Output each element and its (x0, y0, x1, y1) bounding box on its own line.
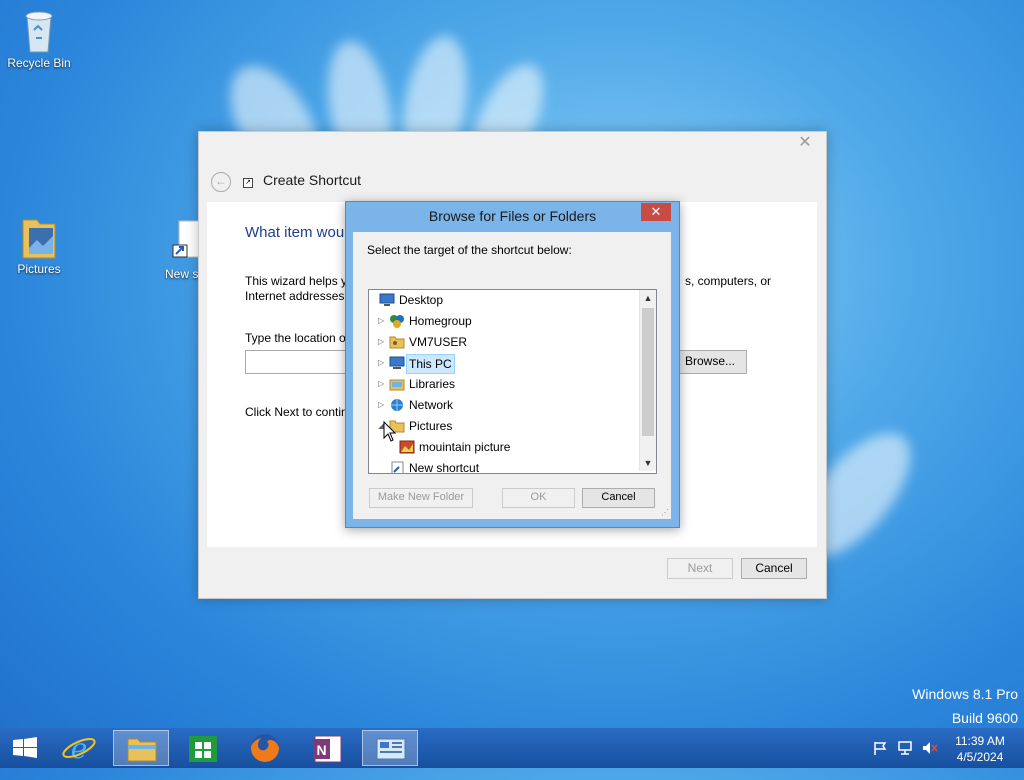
browse-dialog-client: Select the target of the shortcut below:… (353, 232, 671, 519)
tree-label: Homegroup (409, 314, 472, 328)
wizard-title: Create Shortcut (263, 172, 362, 188)
taskbar: e N 11:39 AM 4/5/2024 (0, 728, 1024, 768)
taskbar-store[interactable] (175, 730, 231, 766)
recycle-bin-label: Recycle Bin (7, 56, 71, 70)
taskbar-clock[interactable]: 11:39 AM 4/5/2024 (948, 733, 1012, 765)
shortcut-icon (389, 461, 405, 473)
tree-label: Desktop (399, 293, 444, 307)
recycle-bin-icon (19, 8, 59, 53)
tree-label: Pictures (409, 419, 453, 433)
tree-label: VM7USER (409, 335, 468, 349)
browse-dialog: Browse for Files or Folders ✕ Select the… (345, 201, 680, 528)
expand-arrow-icon[interactable]: ▷ (378, 353, 386, 373)
user-folder-icon (389, 335, 405, 349)
internet-explorer-icon: e (62, 732, 96, 765)
taskbar-onenote[interactable]: N (299, 730, 355, 766)
expand-arrow-icon[interactable]: ▷ (378, 395, 386, 415)
start-icon (13, 737, 37, 758)
clock-time: 11:39 AM (955, 734, 1005, 748)
taskbar-firefox[interactable] (237, 730, 293, 766)
next-button[interactable]: Next (667, 558, 733, 579)
scroll-up-arrow-icon[interactable]: ▲ (640, 290, 656, 306)
back-arrow-icon[interactable]: ← (211, 172, 231, 192)
location-label: Type the location o (245, 331, 346, 345)
pictures-label: Pictures (17, 262, 61, 276)
control-panel-icon (376, 738, 406, 760)
folder-tree[interactable]: Desktop ▷ Homegroup ▷ VM7USER ▷ This PC … (368, 289, 657, 474)
wizard-heading: What item wou (245, 224, 345, 241)
expand-arrow-icon[interactable]: ▷ (378, 374, 386, 394)
homegroup-icon (389, 314, 405, 328)
shortcut-title-icon: ↗ (243, 178, 253, 188)
network-status-icon[interactable] (897, 740, 915, 780)
os-watermark-line2: Build 9600 (951, 710, 1018, 726)
taskbar-file-explorer[interactable] (113, 730, 169, 766)
os-watermark-line1: Windows 8.1 Pro (912, 686, 1018, 702)
file-explorer-icon (127, 738, 157, 762)
tree-label: Libraries (409, 377, 456, 391)
taskbar-internet-explorer[interactable]: e (51, 730, 107, 766)
wizard-cancel-button[interactable]: Cancel (741, 558, 807, 579)
image-file-icon (399, 440, 415, 454)
mouse-cursor-icon (383, 420, 397, 446)
make-new-folder-button[interactable]: Make New Folder (369, 488, 473, 508)
tree-label: mouintain picture (419, 440, 511, 454)
ok-button[interactable]: OK (502, 488, 575, 508)
computer-icon (389, 356, 405, 370)
tree-label: New shortcut (409, 461, 480, 474)
scroll-thumb[interactable] (642, 308, 654, 436)
expand-arrow-icon[interactable]: ▷ (378, 332, 386, 352)
network-icon (389, 398, 405, 412)
taskbar-control-panel[interactable] (362, 730, 418, 766)
action-center-flag-icon[interactable] (872, 740, 888, 780)
tree-label: This PC (406, 354, 455, 374)
browse-cancel-button[interactable]: Cancel (582, 488, 655, 508)
next-instruction: Click Next to contin (245, 405, 348, 419)
intro-right-fragment: s, computers, or (685, 274, 772, 288)
tree-label: Network (409, 398, 454, 412)
expand-arrow-icon[interactable]: ▷ (378, 311, 386, 331)
desktop-icon (379, 293, 395, 307)
wizard-close-button[interactable]: ✕ (790, 134, 820, 152)
browse-close-button[interactable]: ✕ (641, 203, 671, 221)
browse-dialog-title: Browse for Files or Folders (428, 208, 597, 224)
svg-text:e: e (71, 732, 88, 765)
onenote-icon: N (313, 735, 342, 763)
desktop-icon-pictures[interactable]: Pictures (1, 214, 77, 276)
browse-button[interactable]: Browse... (673, 350, 747, 374)
desktop-icon-recycle-bin[interactable]: Recycle Bin (1, 8, 77, 70)
firefox-icon (251, 734, 279, 762)
store-icon (189, 736, 217, 762)
resize-grip-icon[interactable]: ⋰ (661, 508, 669, 517)
svg-text:N: N (316, 742, 326, 758)
tree-scrollbar[interactable]: ▲ ▼ (639, 290, 656, 471)
start-button[interactable] (0, 730, 50, 766)
clock-date: 4/5/2024 (956, 750, 1004, 764)
libraries-icon (389, 377, 405, 391)
scroll-down-arrow-icon[interactable]: ▼ (640, 455, 656, 471)
volume-muted-icon[interactable] (921, 740, 939, 780)
browse-prompt: Select the target of the shortcut below: (367, 243, 572, 257)
pictures-folder-icon (19, 214, 59, 259)
